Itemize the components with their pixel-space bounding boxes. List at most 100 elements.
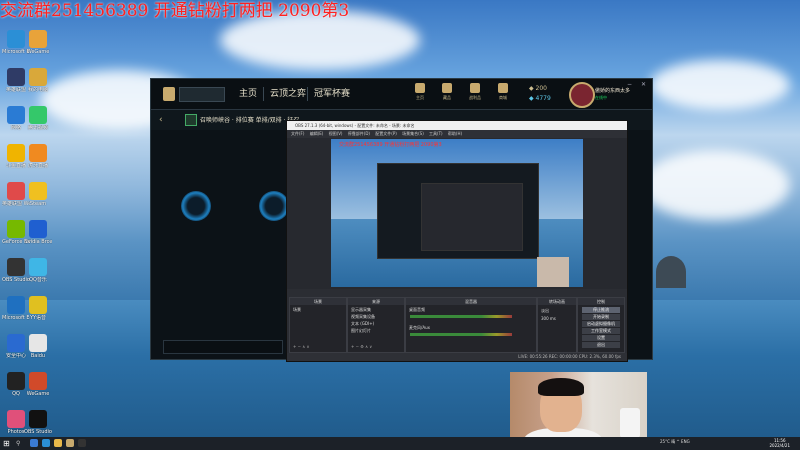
source-toolbar[interactable]: + − ⚙ ∧ ∨ [351,344,372,349]
studio-mode-button[interactable]: 工作室模式 [582,328,620,334]
desktop-icon[interactable]: Baidu [24,334,52,359]
player-status: 在线中 [595,95,607,100]
app-icon [29,68,47,86]
app-icon [7,30,25,48]
mixer-track-label: 桌面音频 [409,307,425,312]
obs-docks: 场景 场景 + − ∧ ∨ 来源 显示器采集 视频采集设备 文本 (GDI+) … [287,289,627,353]
obs-menu-bar[interactable]: 文件(F) 编辑(E) 视图(V) 停靠部件(D) 配置文件(P) 场景集合(S… [287,130,627,138]
app-icon [29,182,47,200]
desktop-icon[interactable]: YY语音 [24,296,52,321]
virtual-camera-button[interactable]: 启动虚拟摄像机 [582,321,620,327]
app-icon [7,144,25,162]
desktop-icon-label: 我的电脑 [27,87,48,93]
client-search-input[interactable] [179,87,225,102]
desktop-icon-label: 腾讯视频 [27,125,48,131]
desktop-icon[interactable]: QQ音乐 [24,258,52,283]
sources-panel: 来源 显示器采集 视频采集设备 文本 (GDI+) 图片幻灯片 + − ⚙ ∧ … [347,297,405,353]
app-icon [7,372,25,390]
edge-icon[interactable] [42,439,50,447]
desktop-icon[interactable]: WeGame [24,372,52,397]
desktop-icon[interactable]: Nvidia Broadcast [24,220,52,245]
app-icon [29,30,47,48]
app-icon [29,410,47,428]
menu-profile[interactable]: 配置文件(P) [375,131,397,136]
clock[interactable]: 11:56 2022/4/21 [769,438,790,448]
menu-edit[interactable]: 编辑(E) [310,131,324,136]
windows-start-icon[interactable]: ⊞ [3,439,10,448]
scene-toolbar[interactable]: + − ∧ ∨ [293,344,309,349]
store-icon [498,83,508,93]
nav-tft[interactable]: 云顶之弈 [263,87,306,101]
app-icon [29,220,47,238]
menu-view[interactable]: 视图(V) [329,131,343,136]
preview-banner: 交流群251456389 开通钻粉打两把 2090第3 [339,142,442,148]
desktop-audio-meter [410,315,512,318]
top-home[interactable]: 主页 [414,83,426,101]
menu-docks[interactable]: 停靠部件(D) [348,131,370,136]
source-item[interactable]: 显示器采集 [351,307,371,313]
minimize-icon[interactable]: − [627,81,632,88]
lol-logo-icon[interactable] [163,87,175,101]
microphone [620,408,640,438]
desktop-icon[interactable]: 我的电脑 [24,68,52,93]
avatar[interactable] [569,82,595,108]
taskbar: ⊞ ⚲ 25°C 晴 ^ ENG 11:56 2022/4/21 [0,437,800,450]
source-item[interactable]: 图片幻灯片 [351,328,371,334]
obs-window[interactable]: OBS 27.1.3 (64-bit, windows) - 配置文件: 未命名… [286,120,628,362]
menu-help[interactable]: 帮助(H) [448,131,462,136]
menu-tools[interactable]: 工具(T) [429,131,443,136]
player-name: 傲娇的东西太多 [595,88,631,94]
desktop-icon-label: Nvidia Broadcast [24,239,52,245]
desktop-icon[interactable]: Steam [24,182,52,207]
system-tray[interactable]: 25°C 晴 ^ ENG [660,439,690,445]
source-item[interactable]: 文本 (GDI+) [351,321,374,327]
menu-file[interactable]: 文件(F) [291,131,304,136]
back-arrow-icon[interactable]: ‹ [159,115,163,125]
home-icon [415,83,425,93]
explorer-icon[interactable] [54,439,62,447]
stop-streaming-button[interactable]: 停止推流 [582,307,620,313]
source-item[interactable]: 视频采集设备 [351,314,375,320]
nav-clash[interactable]: 冠军杯赛 [307,87,350,101]
obs-preview[interactable]: 交流群251456389 开通钻粉打两把 2090第3 [331,139,583,287]
mixer-track-label: 麦克风/Aux [409,325,430,330]
app-icon [7,296,25,314]
stream-banner-text: 交流群251456389 开通钻粉打两把 2090第3 [0,1,350,21]
search-icon[interactable]: ⚲ [16,440,20,447]
nav-home[interactable]: 主页 [239,87,257,101]
transition-duration[interactable]: 300 ms [541,316,556,321]
settings-button[interactable]: 设置 [582,335,620,341]
top-loot[interactable]: 战利品 [469,83,481,101]
transition-select[interactable]: 淡出 [541,308,549,314]
desktop-icon-label: 虎牙直播 [27,163,48,169]
close-icon[interactable]: ✕ [641,81,646,88]
obs-taskbar-icon[interactable] [78,439,86,447]
exit-button[interactable]: 退出 [582,342,620,348]
obs-title-bar: OBS 27.1.3 (64-bit, windows) - 配置文件: 未命名… [287,121,627,130]
scene-item[interactable]: 场景 [293,307,301,313]
mic-audio-meter [410,333,512,336]
lol-taskbar-icon[interactable] [66,439,74,447]
desktop-icon[interactable]: OBS Studio [24,410,52,435]
app-icon [7,220,25,238]
map-icon [185,114,197,126]
app-icon [7,106,25,124]
lobby-orb-icon [181,191,211,221]
desktop-icon-label: YY语音 [29,315,47,321]
app-icon [29,258,47,276]
desktop-icon[interactable]: WeGame [24,30,52,55]
desktop-icon[interactable]: 虎牙直播 [24,144,52,169]
taskview-icon[interactable] [30,439,38,447]
menu-scene-collection[interactable]: 场景集合(S) [402,131,424,136]
app-icon [7,334,25,352]
mixer-panel: 混音器 桌面音频 麦克风/Aux [405,297,537,353]
desktop-icon-label: Baidu [30,353,46,359]
app-icon [7,68,25,86]
top-store[interactable]: 商城 [497,83,509,101]
transitions-panel: 转场动画 淡出 300 ms [537,297,577,353]
top-collection[interactable]: 藏品 [441,83,453,101]
app-icon [29,296,47,314]
desktop-icon[interactable]: 腾讯视频 [24,106,52,131]
start-recording-button[interactable]: 开始录制 [582,314,620,320]
chat-input[interactable] [163,340,283,354]
